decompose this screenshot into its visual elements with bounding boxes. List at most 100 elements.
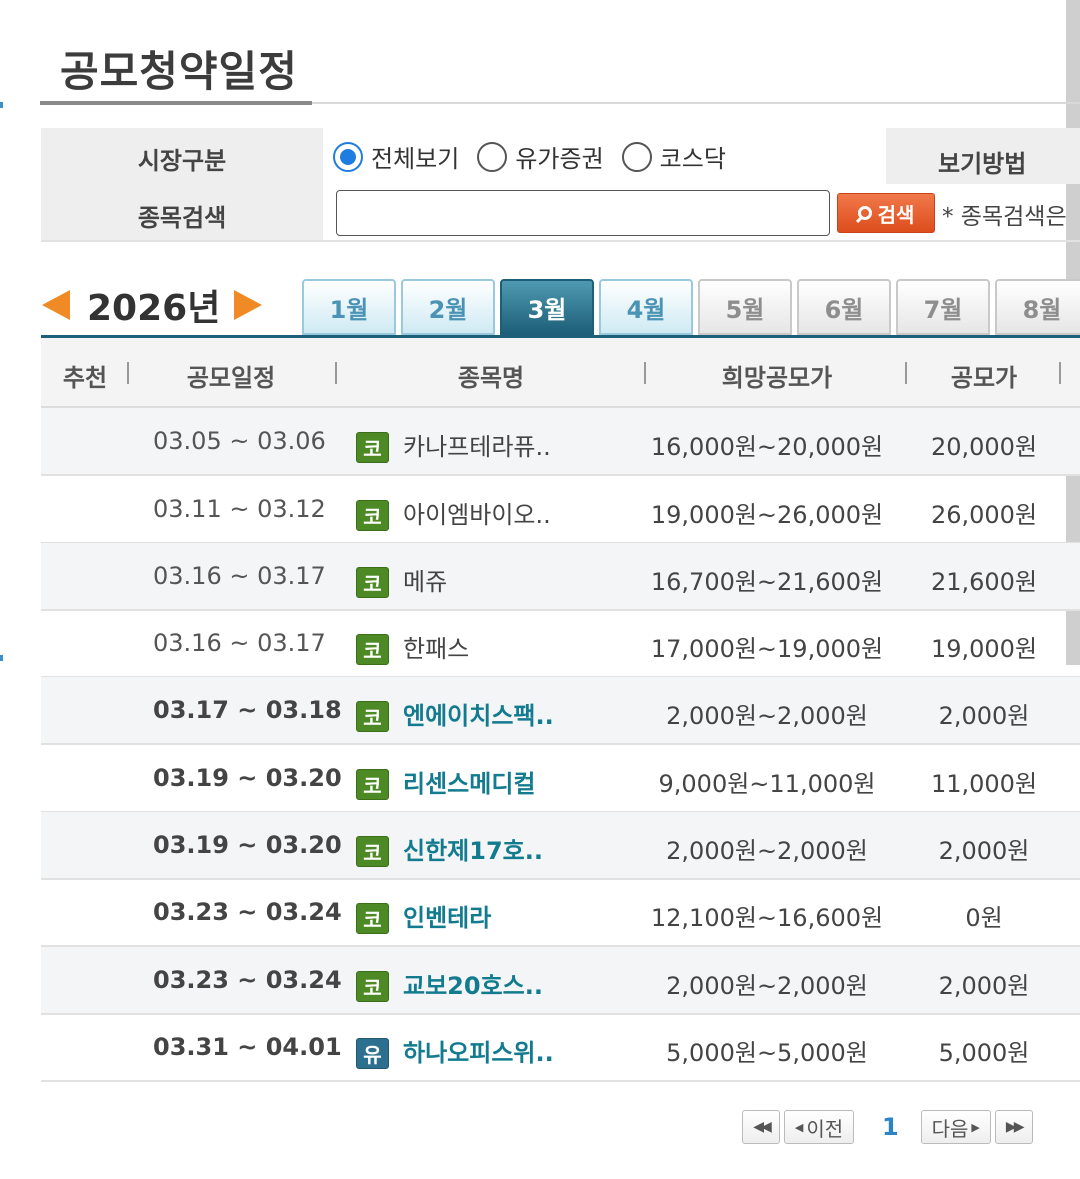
left-arrow-icon: ◀ (794, 1120, 804, 1134)
schedule-cell: 03.11 ~ 03.12 (153, 495, 326, 523)
header-recommend: 추천 (62, 364, 108, 392)
radio-label: 전체보기 (371, 145, 460, 173)
stock-name-link[interactable]: 인벤테라 (403, 898, 491, 933)
radio-all[interactable]: 전체보기 (333, 139, 459, 174)
hope-price-cell: 2,000원~2,000원 (666, 972, 868, 1000)
ipo-price-cell: 11,000원 (930, 770, 1038, 798)
table-row: 03.23 ~ 03.24 코 교보20호스.. 2,000원~2,000원 2… (41, 947, 1080, 1015)
double-left-arrow-icon: ◀◀ (753, 1119, 771, 1135)
radio-checked-icon[interactable] (333, 141, 363, 172)
hope-price-cell: 9,000원~11,000원 (658, 770, 876, 798)
hope-price-cell: 16,700원~21,600원 (650, 568, 884, 596)
current-page-number[interactable]: 1 (882, 1113, 899, 1141)
schedule-cell: 03.17 ~ 03.18 (153, 696, 342, 724)
search-button[interactable]: 검색 (837, 193, 935, 233)
title-underline (40, 101, 312, 105)
schedule-cell: 03.23 ~ 03.24 (153, 966, 342, 994)
kosdaq-badge-icon: 코 (356, 971, 389, 1002)
kospi-badge-icon: 유 (356, 1038, 389, 1069)
next-year-arrow-icon[interactable] (234, 290, 263, 320)
stock-search-input[interactable] (336, 190, 830, 236)
tab-month-1[interactable]: 1월 (302, 279, 396, 335)
hope-price-cell: 2,000원~2,000원 (666, 837, 868, 865)
kosdaq-badge-icon: 코 (356, 701, 389, 732)
kosdaq-badge-icon: 코 (356, 634, 389, 665)
radio-unchecked-icon[interactable] (621, 141, 652, 172)
hope-price-cell: 19,000원~26,000원 (650, 501, 884, 529)
market-radio-group: 전체보기 유가증권 코스닥 (333, 139, 744, 174)
double-right-arrow-icon: ▶▶ (1005, 1119, 1024, 1135)
kosdaq-badge-icon: 코 (356, 836, 389, 867)
table-row: 03.19 ~ 03.20 코 신한제17호.. 2,000원~2,000원 2… (41, 812, 1080, 880)
schedule-cell: 03.16 ~ 03.17 (153, 562, 326, 590)
radio-unchecked-icon[interactable] (477, 141, 508, 172)
tab-month-4[interactable]: 4월 (599, 279, 693, 335)
search-note: * 종목검색은 (942, 204, 1067, 230)
stock-name-link[interactable]: 엔에이치스팩.. (403, 696, 554, 731)
header-stock-name: 종목명 (457, 364, 525, 392)
table-row: 03.11 ~ 03.12 코 아이엠바이오.. 19,000원~26,000원… (41, 476, 1080, 544)
tab-month-5[interactable]: 5월 (698, 279, 792, 335)
kosdaq-badge-icon: 코 (356, 500, 389, 531)
table-row: 03.16 ~ 03.17 코 한패스 17,000원~19,000원 19,0… (41, 610, 1080, 678)
prev-page-button[interactable]: ◀ 이전 (784, 1110, 854, 1144)
radio-kospi[interactable]: 유가증권 (477, 139, 604, 174)
ipo-price-cell: 26,000원 (930, 501, 1038, 529)
stock-name-link[interactable]: 리센스메디컬 (403, 764, 535, 799)
tab-month-7[interactable]: 7월 (896, 279, 990, 335)
radio-label: 코스닥 (659, 145, 726, 173)
market-filter-label: 시장구분 (137, 147, 227, 175)
table-row: 03.05 ~ 03.06 코 카나프테라퓨.. 16,000원~20,000원… (41, 408, 1080, 476)
hope-price-cell: 5,000원~5,000원 (666, 1039, 868, 1067)
search-icon (857, 206, 872, 220)
next-page-label: 다음 (931, 1116, 969, 1141)
stock-name-link[interactable]: 하나오피스위.. (403, 1033, 554, 1068)
table-header: 추천 공모일정 종목명 희망공모가 공모가 (41, 338, 1080, 407)
pagination: ◀◀ ◀ 이전 1 다음 ▶ ▶▶ (742, 1109, 1037, 1145)
stock-name-link[interactable]: 카나프테라퓨.. (403, 427, 551, 462)
ipo-price-cell: 2,000원 (938, 972, 1030, 1000)
stock-name-link[interactable]: 한패스 (403, 629, 469, 664)
stock-name-link[interactable]: 교보20호스.. (403, 966, 543, 1001)
title-divider (312, 102, 1080, 104)
schedule-cell: 03.05 ~ 03.06 (153, 427, 326, 455)
prev-year-arrow-icon[interactable] (42, 290, 70, 320)
kosdaq-badge-icon: 코 (356, 769, 389, 800)
table-row: 03.16 ~ 03.17 코 메쥬 16,700원~21,600원 21,60… (41, 543, 1080, 611)
stock-name-link[interactable]: 아이엠바이오.. (403, 495, 551, 530)
kosdaq-badge-icon: 코 (356, 567, 389, 598)
table-row: 03.31 ~ 04.01 유 하나오피스위.. 5,000원~5,000원 5… (41, 1014, 1080, 1082)
right-arrow-icon: ▶ (971, 1120, 980, 1134)
header-hope-price: 희망공모가 (721, 364, 833, 392)
kosdaq-badge-icon: 코 (356, 432, 389, 463)
month-tabs: 1월 2월 3월 4월 5월 6월 7월 8월 (302, 279, 1080, 337)
tab-month-2[interactable]: 2월 (401, 279, 495, 335)
table-row: 03.23 ~ 03.24 코 인벤테라 12,100원~16,600원 0원 (41, 879, 1080, 947)
year-label: 2026년 (87, 288, 221, 329)
last-page-button[interactable]: ▶▶ (994, 1110, 1033, 1144)
year-selector: 2026년 (42, 280, 263, 330)
stock-name-link[interactable]: 메쥬 (403, 562, 447, 597)
ipo-price-cell: 19,000원 (930, 635, 1038, 663)
schedule-cell: 03.19 ~ 03.20 (153, 764, 342, 792)
table-row: 03.17 ~ 03.18 코 엔에이치스팩.. 2,000원~2,000원 2… (41, 677, 1080, 745)
first-page-button[interactable]: ◀◀ (742, 1110, 780, 1144)
ipo-price-cell: 2,000원 (938, 702, 1030, 730)
ipo-price-cell: 21,600원 (930, 568, 1038, 596)
stock-name-link[interactable]: 신한제17호.. (403, 831, 543, 866)
header-schedule: 공모일정 (186, 364, 276, 392)
view-method-label: 보기방법 (938, 150, 1027, 178)
search-button-label: 검색 (877, 202, 915, 227)
table-row: 03.19 ~ 03.20 코 리센스메디컬 9,000원~11,000원 11… (41, 745, 1080, 813)
ipo-price-cell: 20,000원 (930, 433, 1038, 461)
left-edge-marks (0, 0, 8, 700)
tab-month-3[interactable]: 3월 (500, 279, 594, 335)
hope-price-cell: 12,100원~16,600원 (650, 904, 884, 932)
radio-kosdaq[interactable]: 코스닥 (621, 139, 726, 174)
next-page-button[interactable]: 다음 ▶ (920, 1110, 991, 1144)
hope-price-cell: 2,000원~2,000원 (666, 702, 868, 730)
tab-month-8[interactable]: 8월 (995, 279, 1080, 335)
tab-month-6[interactable]: 6월 (797, 279, 891, 335)
schedule-cell: 03.19 ~ 03.20 (153, 831, 342, 859)
schedule-cell: 03.23 ~ 03.24 (153, 898, 342, 926)
